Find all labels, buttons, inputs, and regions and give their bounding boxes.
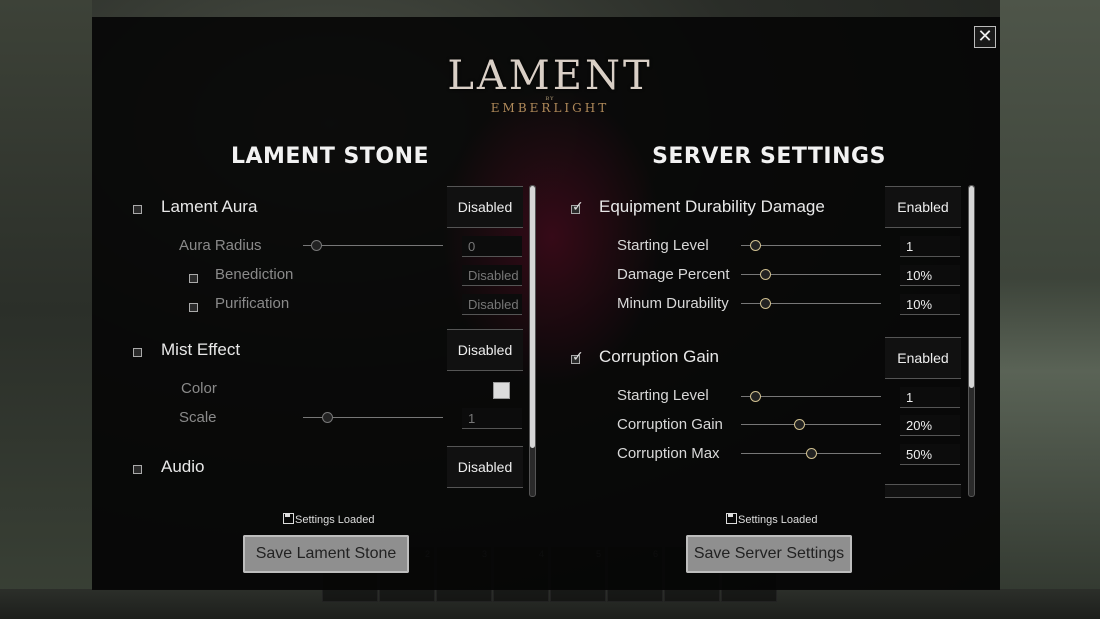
- aura-radius-field[interactable]: 0: [462, 236, 522, 257]
- corruption-max-slider[interactable]: [741, 448, 881, 459]
- scale-label: Scale: [179, 409, 217, 426]
- lament-stone-status-text: Settings Loaded: [295, 514, 375, 526]
- color-label: Color: [181, 380, 217, 397]
- aura-radius-slider[interactable]: [303, 240, 443, 251]
- durability-toggle[interactable]: Enabled: [885, 186, 961, 228]
- damage-percent-slider[interactable]: [741, 269, 881, 280]
- damage-percent-knob[interactable]: [760, 269, 771, 280]
- corruption-starting-level-field[interactable]: 1: [900, 387, 960, 408]
- corruption-checkbox[interactable]: [571, 348, 584, 365]
- audio-label: Audio: [161, 457, 205, 476]
- corruption-max-knob[interactable]: [806, 448, 817, 459]
- durability-starting-level-label: Starting Level: [617, 237, 709, 254]
- corruption-max-label: Corruption Max: [617, 445, 720, 462]
- min-durability-field[interactable]: 10%: [900, 294, 960, 315]
- corruption-label: Corruption Gain: [599, 347, 720, 366]
- save-icon: [726, 513, 737, 524]
- corruption-gain-slider[interactable]: [741, 419, 881, 430]
- mist-effect-checkbox[interactable]: [133, 348, 142, 357]
- lament-aura-toggle[interactable]: Disabled: [447, 186, 523, 228]
- min-durability-label: Minum Durability: [617, 295, 729, 312]
- server-settings-status-text: Settings Loaded: [738, 514, 818, 526]
- corruption-starting-level-label: Starting Level: [617, 387, 709, 404]
- audio-checkbox[interactable]: [133, 465, 142, 474]
- save-lament-stone-button[interactable]: Save Lament Stone: [243, 535, 409, 573]
- corruption-gain-field[interactable]: 20%: [900, 415, 960, 436]
- benediction-field[interactable]: Disabled: [462, 265, 522, 286]
- save-icon: [283, 513, 294, 524]
- close-icon: ✕: [977, 26, 993, 46]
- durability-starting-level-slider[interactable]: [741, 240, 881, 251]
- corruption-starting-level-slider[interactable]: [741, 391, 881, 402]
- game-logo: LAMENT BY EMBERLIGHT: [0, 54, 1100, 115]
- save-server-settings-button[interactable]: Save Server Settings: [686, 535, 852, 573]
- scale-field[interactable]: 1: [462, 408, 522, 429]
- damage-percent-field[interactable]: 10%: [900, 265, 960, 286]
- corruption-toggle[interactable]: Enabled: [885, 337, 961, 379]
- aura-radius-knob[interactable]: [311, 240, 322, 251]
- purification-field[interactable]: Disabled: [462, 294, 522, 315]
- lament-stone-status: Settings Loaded: [283, 513, 375, 526]
- lament-stone-scroll-thumb[interactable]: [530, 186, 535, 448]
- durability-checkbox[interactable]: [571, 198, 584, 215]
- server-settings-scrollbar[interactable]: [968, 185, 975, 497]
- durability-starting-level-knob[interactable]: [750, 240, 761, 251]
- benediction-label: Benediction: [215, 266, 294, 283]
- logo-title: LAMENT: [447, 53, 653, 99]
- aura-radius-label: Aura Radius: [179, 237, 262, 254]
- mist-effect-toggle[interactable]: Disabled: [447, 329, 523, 371]
- lament-stone-scrollbar[interactable]: [529, 185, 536, 497]
- corruption-starting-level-knob[interactable]: [750, 391, 761, 402]
- audio-toggle[interactable]: Disabled: [447, 446, 523, 488]
- durability-label: Equipment Durability Damage: [599, 197, 825, 216]
- scale-slider[interactable]: [303, 412, 443, 423]
- lament-stone-title: LAMENT STONE: [230, 144, 430, 169]
- close-button[interactable]: ✕: [974, 26, 996, 48]
- server-settings-title: SERVER SETTINGS: [652, 144, 886, 169]
- mist-effect-label: Mist Effect: [161, 340, 241, 359]
- corruption-max-field[interactable]: 50%: [900, 444, 960, 465]
- server-settings-scroll-thumb[interactable]: [969, 186, 974, 388]
- corruption-gain-label: Corruption Gain: [617, 416, 723, 433]
- lament-aura-label: Lament Aura: [161, 197, 258, 216]
- durability-starting-level-field[interactable]: 1: [900, 236, 960, 257]
- purification-label: Purification: [215, 295, 290, 312]
- min-durability-slider[interactable]: [741, 298, 881, 309]
- scale-knob[interactable]: [322, 412, 333, 423]
- corruption-gain-knob[interactable]: [794, 419, 805, 430]
- color-swatch[interactable]: [493, 382, 510, 399]
- logo-subtitle: EMBERLIGHT: [490, 101, 610, 115]
- next-toggle-partial[interactable]: [885, 484, 961, 498]
- min-durability-knob[interactable]: [760, 298, 771, 309]
- damage-percent-label: Damage Percent: [617, 266, 730, 283]
- purification-checkbox[interactable]: [189, 303, 198, 312]
- benediction-checkbox[interactable]: [189, 274, 198, 283]
- server-settings-status: Settings Loaded: [726, 513, 818, 526]
- lament-aura-checkbox[interactable]: [133, 205, 142, 214]
